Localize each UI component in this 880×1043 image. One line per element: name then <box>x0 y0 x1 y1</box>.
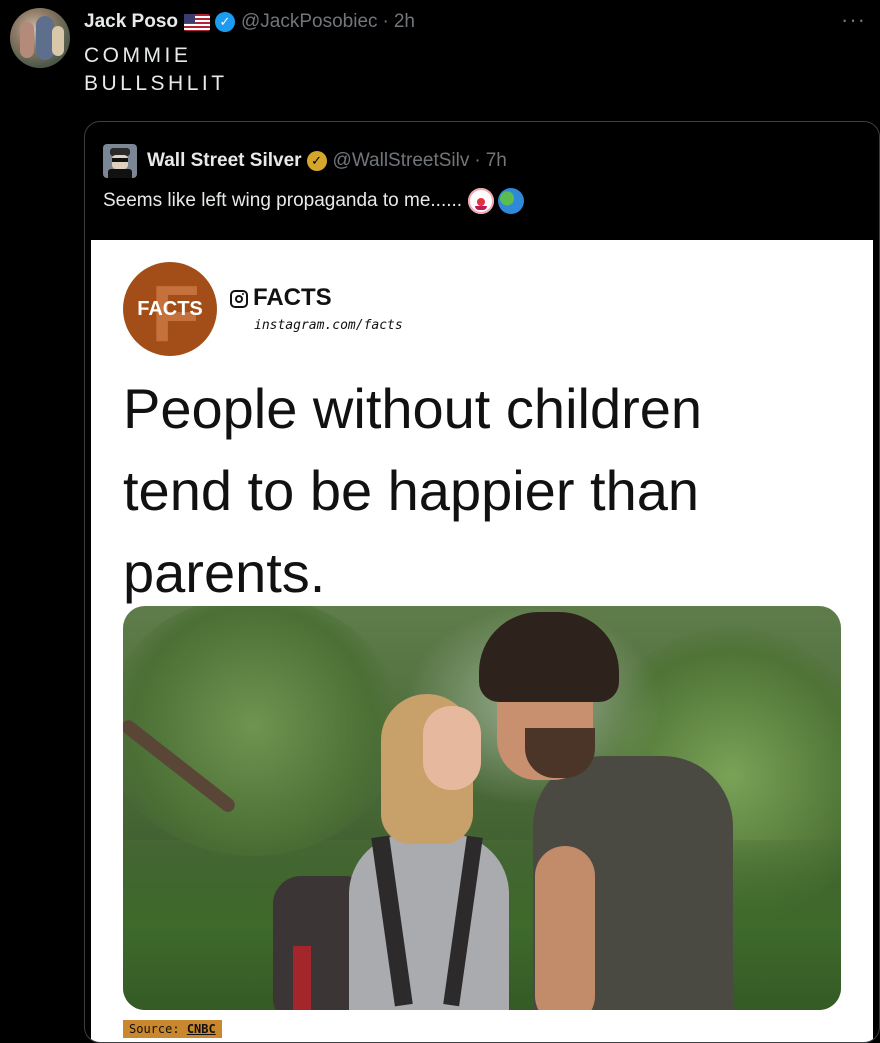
clown-face-icon <box>468 188 495 214</box>
card-headline: People without children tend to be happi… <box>123 368 863 614</box>
avatar-suit <box>108 169 132 178</box>
source-label: Source: <box>129 1022 180 1036</box>
source-name: CNBC <box>186 1022 216 1036</box>
us-flag-icon <box>184 13 210 31</box>
facts-account-name: FACTS <box>253 284 332 311</box>
tweet-text-line: COMMIE <box>84 44 192 67</box>
facts-logo-text: FACTS <box>137 297 203 320</box>
headline-line: parents. <box>123 541 326 604</box>
quoted-author-handle[interactable]: @WallStreetSilv <box>333 150 470 172</box>
source-tag: Source: CNBC <box>123 1020 222 1038</box>
avatar-sunglasses <box>112 158 128 162</box>
tweet-header: Jack Poso ✓ @JackPosobiec · 2h <box>84 8 415 36</box>
quoted-author-avatar[interactable] <box>103 144 137 178</box>
man-beard <box>525 728 595 778</box>
author-avatar[interactable] <box>10 8 70 68</box>
quoted-tweet-time[interactable]: 7h <box>486 150 507 172</box>
more-options-icon[interactable]: ··· <box>841 9 866 31</box>
avatar-figure <box>52 26 64 56</box>
headline-line: People without children <box>123 377 703 440</box>
couple-photo <box>123 606 841 1010</box>
man-arm <box>535 846 595 1010</box>
quoted-text-body: Seems like left wing propaganda to me...… <box>103 190 463 211</box>
quoted-tweet-text: Seems like left wing propaganda to me...… <box>103 188 525 214</box>
instagram-icon <box>230 290 248 308</box>
globe-icon <box>498 188 525 214</box>
woman-face <box>423 706 481 790</box>
facts-logo: F FACTS <box>123 262 217 356</box>
woman-figure <box>349 834 509 1010</box>
tweet-time[interactable]: 2h <box>394 11 415 33</box>
headline-line: tend to be happier than <box>123 459 700 522</box>
tweet[interactable]: Jack Poso ✓ @JackPosobiec · 2h ··· COMMI… <box>0 0 880 1043</box>
quoted-tweet-header: Wall Street Silver ✓ @WallStreetSilv · 7… <box>103 144 507 178</box>
author-name[interactable]: Jack Poso <box>84 11 178 33</box>
gold-verified-badge-icon[interactable]: ✓ <box>306 151 327 171</box>
facts-account-url: instagram.com/facts <box>254 318 403 333</box>
quoted-tweet[interactable]: Wall Street Silver ✓ @WallStreetSilv · 7… <box>84 121 880 1043</box>
author-handle[interactable]: @JackPosobiec <box>241 11 378 33</box>
separator: · <box>474 150 481 171</box>
separator: · <box>382 11 389 32</box>
avatar-figure <box>20 22 34 58</box>
verified-badge-icon[interactable]: ✓ <box>215 12 235 32</box>
tweet-text-line: BULLSHLIT <box>84 72 228 95</box>
tweet-text: COMMIE BULLSHLIT <box>84 42 228 98</box>
quoted-author-name[interactable]: Wall Street Silver <box>147 150 302 172</box>
man-hair <box>479 612 619 702</box>
foliage <box>123 606 403 856</box>
media-image[interactable]: F FACTS FACTS instagram.com/facts People… <box>91 240 873 1042</box>
backpack-accent <box>293 946 311 1010</box>
